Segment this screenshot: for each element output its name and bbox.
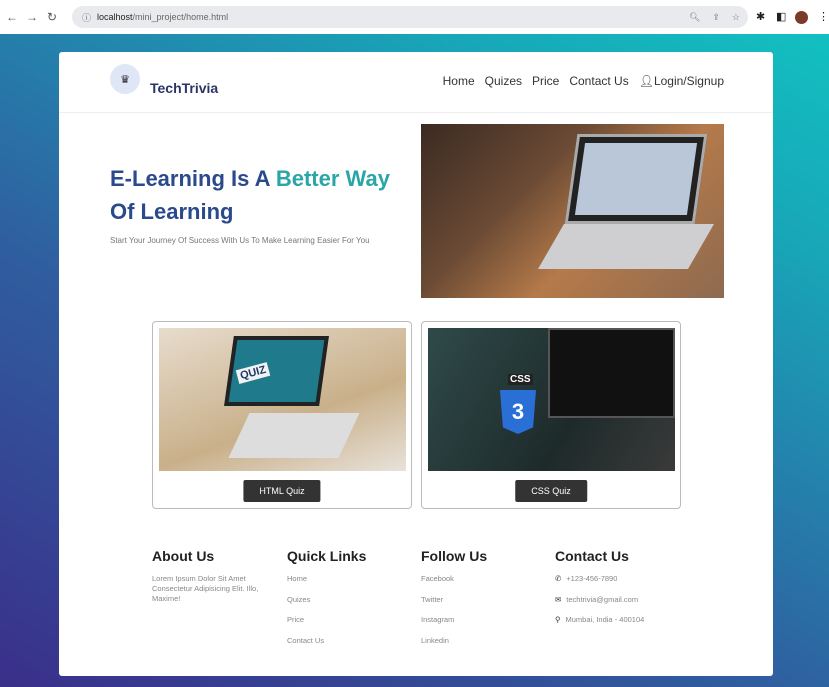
nav-price[interactable]: Price bbox=[532, 74, 559, 88]
hero-image bbox=[421, 124, 724, 298]
quiz-card-html: QUIZ HTML Quiz bbox=[152, 321, 412, 509]
brand-name[interactable]: TechTrivia bbox=[150, 80, 218, 96]
nav-quizes[interactable]: Quizes bbox=[485, 74, 522, 88]
star-icon[interactable]: ☆ bbox=[732, 12, 740, 23]
css-quiz-image: 3 CSS bbox=[428, 328, 675, 471]
footer-about: About Us Lorem Ipsum Dolor Sit Amet Cons… bbox=[152, 548, 259, 603]
map-marker-icon: ⚲ bbox=[555, 615, 561, 624]
divider bbox=[59, 112, 773, 113]
nav-contact[interactable]: Contact Us bbox=[569, 74, 628, 88]
footer-link-quizes[interactable]: Quizes bbox=[287, 595, 366, 605]
footer-link-price[interactable]: Price bbox=[287, 615, 366, 625]
back-icon[interactable]: ← bbox=[4, 10, 20, 24]
reload-icon[interactable]: ↻ bbox=[44, 10, 60, 24]
avatar[interactable] bbox=[795, 11, 808, 24]
contact-phone: ✆ +123-456-7890 bbox=[555, 574, 618, 583]
footer-link-twitter[interactable]: Twitter bbox=[421, 595, 487, 605]
forward-icon[interactable]: → bbox=[24, 10, 40, 24]
address-bar[interactable]: ⓘ localhost/mini_project/home.html 🔍︎ ⇪ ☆ bbox=[72, 6, 748, 28]
nav-home[interactable]: Home bbox=[443, 74, 475, 88]
zoom-icon[interactable]: 🔍︎ bbox=[689, 12, 700, 23]
footer-contact: Contact Us ✆ +123-456-7890 ✉ techtrivia@gm… bbox=[555, 548, 645, 624]
css-quiz-button[interactable]: CSS Quiz bbox=[515, 480, 587, 502]
html-quiz-image: QUIZ bbox=[159, 328, 406, 471]
info-icon: ⓘ bbox=[82, 12, 92, 23]
extensions-icon[interactable]: ✱ bbox=[756, 10, 765, 23]
logo-icon[interactable]: ♛ bbox=[110, 64, 140, 94]
contact-email: ✉ techtrivia@gmail.com bbox=[555, 594, 639, 604]
footer-link-linkedin[interactable]: Linkedin bbox=[421, 636, 487, 646]
footer-link-facebook[interactable]: Facebook bbox=[421, 574, 487, 584]
menu-icon[interactable]: ⋮ bbox=[818, 10, 829, 23]
main-card: ♛ TechTrivia Home Quizes Price Contact U… bbox=[59, 52, 773, 676]
footer-link-home[interactable]: Home bbox=[287, 574, 366, 584]
share-icon[interactable]: ⇪ bbox=[712, 12, 720, 23]
footer-link-instagram[interactable]: Instagram bbox=[421, 615, 487, 625]
contact-address: ⚲ Mumbai, India - 400104 bbox=[555, 615, 645, 624]
browser-toolbar: ← → ↻ ⓘ localhost/mini_project/home.html… bbox=[0, 0, 829, 34]
hero-title: E-Learning Is A Better Way Of Learning bbox=[110, 166, 390, 224]
envelope-icon: ✉ bbox=[555, 594, 562, 604]
html-quiz-button[interactable]: HTML Quiz bbox=[243, 480, 321, 502]
quiz-card-css: 3 CSS CSS Quiz bbox=[421, 321, 681, 509]
nav-login[interactable]: 👤︎Login/Signup bbox=[639, 74, 724, 88]
navbar: Home Quizes Price Contact Us 👤︎Login/Sig… bbox=[443, 74, 724, 88]
sidepanel-icon[interactable]: ◧ bbox=[776, 10, 786, 23]
hero-subtitle: Start Your Journey Of Success With Us To… bbox=[110, 236, 370, 245]
footer-link-contact[interactable]: Contact Us bbox=[287, 636, 366, 646]
footer-follow: Follow Us Facebook Twitter Instagram Lin… bbox=[421, 548, 488, 646]
user-icon: 👤︎ bbox=[638, 74, 654, 88]
footer-quick-links: Quick Links Home Quizes Price Contact Us bbox=[287, 548, 367, 646]
phone-icon: ✆ bbox=[555, 574, 562, 583]
